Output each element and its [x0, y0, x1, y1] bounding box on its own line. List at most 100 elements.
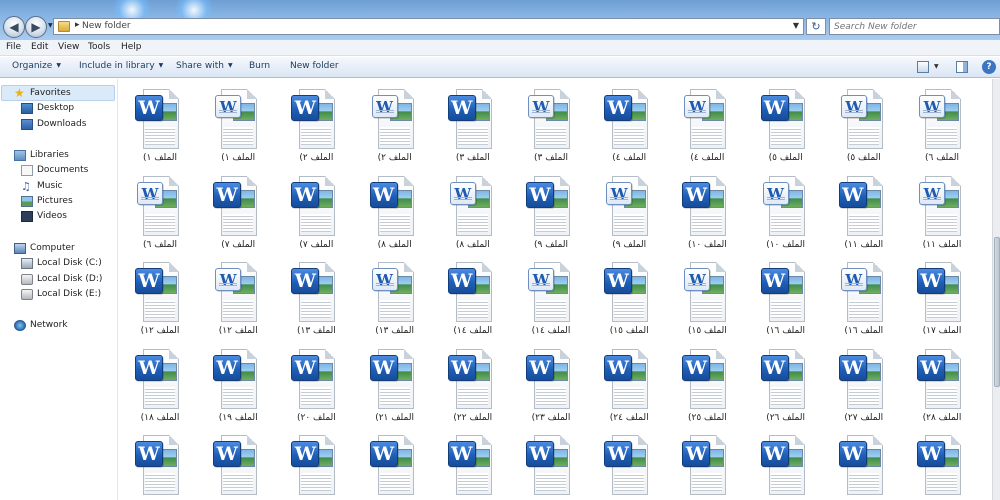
file-item[interactable]: W الملف ٤)	[668, 81, 746, 167]
file-item[interactable]: W الملف ٧)	[199, 168, 277, 254]
network-icon	[14, 320, 26, 331]
file-item[interactable]: W الملف ٦)	[903, 81, 981, 167]
new-folder-button[interactable]: New folder	[290, 61, 339, 71]
file-item[interactable]: W الملف ٢٢)	[434, 341, 512, 427]
file-item[interactable]: W الملف ١٥)	[590, 254, 668, 340]
file-name: الملف ١٦)	[766, 326, 805, 336]
file-item[interactable]: W الملف ٨)	[434, 168, 512, 254]
word-logo-icon: W	[682, 441, 711, 467]
word-logo-icon: W	[291, 268, 320, 294]
file-item[interactable]: W الملف ٨)	[356, 168, 434, 254]
menu-file[interactable]: File	[6, 42, 21, 52]
text-lines	[692, 473, 723, 491]
file-item[interactable]: W الملف ١٩)	[199, 341, 277, 427]
text-lines	[301, 386, 332, 405]
file-item[interactable]: W	[668, 427, 746, 500]
file-item[interactable]: W الملف ٥)	[747, 81, 825, 167]
file-item[interactable]: W	[277, 427, 355, 500]
file-item[interactable]: W	[903, 427, 981, 500]
search-box[interactable]	[829, 18, 1000, 35]
file-item[interactable]: W الملف ٦)	[121, 168, 199, 254]
file-name: الملف ٢٧)	[844, 412, 884, 423]
file-item[interactable]: W الملف ١٤)	[512, 254, 590, 340]
file-item[interactable]: W الملف ٢٧)	[825, 341, 903, 427]
file-item[interactable]: W الملف ١٢)	[199, 254, 277, 340]
word-document-icon: W	[291, 175, 337, 238]
file-item[interactable]: W الملف ٢٠)	[277, 341, 355, 427]
file-item[interactable]: W الملف ١٢)	[121, 254, 199, 340]
file-item[interactable]: W الملف ١١)	[903, 168, 981, 254]
forward-arrow-icon[interactable]: ▶	[25, 16, 47, 38]
search-input[interactable]	[830, 19, 999, 34]
file-item[interactable]: W الملف ٢٤)	[590, 341, 668, 427]
file-name: الملف ٢٥)	[687, 412, 727, 423]
word-logo-icon: W	[137, 181, 163, 205]
file-item[interactable]: W الملف ١٠)	[747, 168, 825, 254]
back-arrow-icon[interactable]: ◀	[3, 16, 25, 38]
file-item[interactable]: W الملف ١٦)	[825, 254, 903, 340]
file-item[interactable]: W	[199, 427, 277, 500]
menu-help[interactable]: Help	[121, 42, 142, 52]
file-item[interactable]: W الملف ٢)	[356, 81, 434, 167]
word-document-icon: W	[604, 348, 650, 411]
burn-button[interactable]: Burn	[249, 61, 270, 71]
preview-pane-icon[interactable]	[956, 61, 968, 73]
file-item[interactable]: W	[121, 427, 199, 500]
file-item[interactable]: W الملف ١٥)	[668, 254, 746, 340]
file-item[interactable]: W	[825, 427, 903, 500]
file-item[interactable]: W الملف ١٣)	[356, 254, 434, 340]
word-document-icon: W	[839, 89, 885, 151]
change-view-icon[interactable]	[917, 61, 929, 73]
file-item[interactable]: W الملف ٩)	[590, 168, 668, 254]
word-document-icon: W	[369, 348, 416, 411]
file-item[interactable]: W الملف ٢١)	[356, 341, 434, 427]
organize-button[interactable]: Organize ▼	[12, 61, 61, 71]
file-item[interactable]: W الملف ٤)	[590, 81, 668, 167]
file-item[interactable]: W الملف ٩)	[512, 168, 590, 254]
word-document-icon: W	[369, 435, 416, 497]
file-item[interactable]: W الملف ١٧)	[903, 254, 981, 340]
file-item[interactable]: W الملف ٥)	[825, 81, 903, 167]
desktop-icon	[21, 103, 33, 114]
word-document-icon: W	[369, 175, 416, 238]
file-item[interactable]: W	[434, 427, 512, 500]
file-item[interactable]: W الملف ١٠)	[668, 168, 746, 254]
share-with-button[interactable]: Share with ▼	[176, 61, 233, 71]
include-in-library-button[interactable]: Include in library ▼	[79, 61, 163, 71]
file-item[interactable]: W الملف ٢٣)	[512, 341, 590, 427]
file-item[interactable]: W الملف ٢٨)	[903, 341, 981, 427]
breadcrumb[interactable]: New folder	[82, 21, 131, 31]
file-item[interactable]: W الملف ٧)	[277, 168, 355, 254]
file-item[interactable]: W الملف ١٨)	[121, 341, 199, 427]
menu-view[interactable]: View	[58, 42, 79, 52]
menu-tools[interactable]: Tools	[88, 42, 110, 52]
word-document-icon: W	[135, 175, 181, 238]
breadcrumb-chevron-icon[interactable]: ▸	[75, 20, 80, 30]
file-item[interactable]: W	[590, 427, 668, 500]
file-item[interactable]: W الملف ١٤)	[434, 254, 512, 340]
file-item[interactable]: W الملف ١)	[121, 81, 199, 167]
file-item[interactable]: W الملف ١١)	[825, 168, 903, 254]
file-item[interactable]: W الملف ٣)	[434, 81, 512, 167]
file-item[interactable]: W الملف ١٦)	[747, 254, 825, 340]
menu-edit[interactable]: Edit	[31, 42, 48, 52]
scrollbar-thumb[interactable]	[994, 237, 1000, 387]
file-item[interactable]: W الملف ٢٦)	[747, 341, 825, 427]
file-item[interactable]: W	[356, 427, 434, 500]
recent-pages-dropdown[interactable]: ▼	[48, 22, 53, 29]
file-item[interactable]: W الملف ٢)	[277, 81, 355, 167]
file-item[interactable]: W الملف ١٣)	[277, 254, 355, 340]
refresh-icon[interactable]: ↻	[806, 18, 826, 35]
address-dropdown-icon[interactable]: ▼	[793, 21, 799, 30]
view-options-dropdown-icon[interactable]: ▼	[934, 63, 939, 70]
file-item[interactable]: W	[747, 427, 825, 500]
file-item[interactable]: W الملف ١)	[199, 81, 277, 167]
word-logo-icon: W	[447, 268, 476, 294]
file-item[interactable]: W الملف ٣)	[512, 81, 590, 167]
text-lines	[145, 473, 175, 491]
file-item[interactable]: W	[512, 427, 590, 500]
help-icon[interactable]: ?	[982, 60, 996, 74]
vertical-scrollbar[interactable]	[992, 79, 1000, 500]
address-bar[interactable]: ▸ New folder ▼	[53, 18, 804, 35]
file-item[interactable]: W الملف ٢٥)	[668, 341, 746, 427]
